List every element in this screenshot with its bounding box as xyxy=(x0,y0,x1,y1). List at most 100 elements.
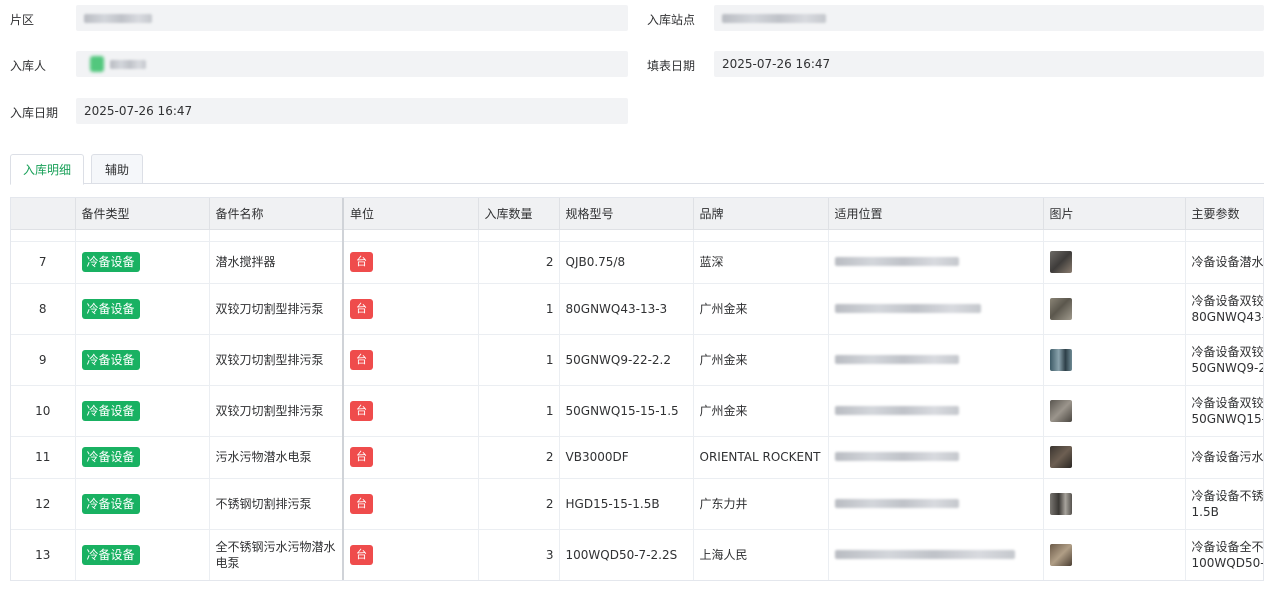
params-cell: 冷备设备双铰刀 50GNWQ9-22 xyxy=(1185,334,1263,386)
qty-cell: 2 xyxy=(478,241,560,284)
unit-tag: 台 xyxy=(350,544,373,565)
col-header-name[interactable]: 备件名称 xyxy=(209,198,344,230)
image-thumbnail[interactable] xyxy=(1049,492,1072,515)
type-cell: 冷备设备 xyxy=(75,334,210,386)
unit-tag: 台 xyxy=(350,493,373,514)
params-line: 冷备设备双铰刀 xyxy=(1191,395,1264,410)
name-cell: 双铰刀切割型排污泵 xyxy=(209,283,344,335)
table-row[interactable]: 11 冷备设备 污水污物潜水电泵 台 2 VB3000DF ORIENTAL R… xyxy=(11,436,1264,479)
brand-cell: ORIENTAL ROCKENT xyxy=(693,436,829,479)
params-line: 冷备设备污水污 xyxy=(1191,450,1264,464)
col-header-index xyxy=(11,198,76,230)
spec-cell: 50GNWQ9-22-2.2 xyxy=(559,334,694,386)
area-field[interactable] xyxy=(76,5,628,31)
image-thumbnail[interactable] xyxy=(1049,399,1072,422)
row-index: 9 xyxy=(11,334,76,386)
type-cell: 冷备设备 xyxy=(75,478,210,530)
table-row-partial xyxy=(11,229,1263,242)
unit-tag: 台 xyxy=(350,400,373,421)
brand-cell: 广东力井 xyxy=(693,478,829,530)
row-index: 13 xyxy=(11,529,76,580)
unit-cell: 台 xyxy=(343,241,479,284)
image-cell[interactable] xyxy=(1043,241,1186,284)
tab-bar: 入库明细 辅助 xyxy=(10,154,1264,185)
inbound-date-field[interactable]: 2025-07-26 16:47 xyxy=(76,98,628,124)
col-header-image[interactable]: 图片 xyxy=(1043,198,1186,230)
row-index: 12 xyxy=(11,478,76,530)
inbound-date-label: 入库日期 xyxy=(10,106,59,120)
params-line: 冷备设备双铰刀 xyxy=(1191,293,1264,308)
table-row[interactable]: 12 冷备设备 不锈钢切割排污泵 台 2 HGD15-15-1.5B 广东力井 … xyxy=(11,478,1263,530)
station-label: 入库站点 xyxy=(647,13,696,27)
table-row[interactable]: 10 冷备设备 双铰刀切割型排污泵 台 1 50GNWQ15-15-1.5 广州… xyxy=(11,385,1264,437)
image-cell[interactable] xyxy=(1043,529,1186,580)
location-redacted xyxy=(834,257,959,266)
unit-cell: 台 xyxy=(343,334,479,386)
image-thumbnail[interactable] xyxy=(1049,297,1072,320)
type-cell: 冷备设备 xyxy=(75,385,210,437)
unit-tag: 台 xyxy=(350,447,373,467)
brand-cell: 广州金来 xyxy=(693,283,829,335)
image-cell[interactable] xyxy=(1043,478,1186,530)
type-tag: 冷备设备 xyxy=(81,544,140,565)
col-header-qty[interactable]: 入库数量 xyxy=(478,198,560,230)
unit-cell: 台 xyxy=(343,385,479,437)
table-row[interactable]: 9 冷备设备 双铰刀切割型排污泵 台 1 50GNWQ9-22-2.2 广州金来… xyxy=(11,334,1263,386)
table-header-row: 备件类型 备件名称 单位 入库数量 规格型号 品牌 适用位置 图片 主要参数 xyxy=(11,198,1263,230)
unit-cell: 台 xyxy=(343,283,479,335)
image-cell[interactable] xyxy=(1043,385,1186,437)
type-tag: 冷备设备 xyxy=(81,349,140,370)
params-line: 1.5B xyxy=(1191,504,1219,519)
image-thumbnail[interactable] xyxy=(1049,543,1072,566)
unit-cell: 台 xyxy=(343,478,479,530)
params-line: 冷备设备潜水搅 xyxy=(1191,255,1264,269)
location-cell xyxy=(828,385,1044,437)
col-header-type[interactable]: 备件类型 xyxy=(75,198,210,230)
col-header-location[interactable]: 适用位置 xyxy=(828,198,1044,230)
location-cell xyxy=(828,478,1044,530)
qty-cell: 1 xyxy=(478,283,560,335)
name-cell: 潜水搅拌器 xyxy=(209,241,344,284)
row-index: 10 xyxy=(11,385,76,437)
params-cell: 冷备设备双铰刀 50GNWQ15-1 xyxy=(1185,385,1264,437)
location-redacted xyxy=(834,303,981,313)
unit-tag: 台 xyxy=(350,349,373,370)
area-label: 片区 xyxy=(10,13,35,27)
col-header-brand[interactable]: 品牌 xyxy=(693,198,829,230)
qty-cell: 1 xyxy=(478,334,560,386)
name-cell: 双铰刀切割型排污泵 xyxy=(209,334,344,386)
tab-auxiliary[interactable]: 辅助 xyxy=(91,154,143,184)
params-line: 冷备设备全不锈 xyxy=(1191,539,1264,554)
type-cell: 冷备设备 xyxy=(75,436,210,479)
inbound-detail-table: 备件类型 备件名称 单位 入库数量 规格型号 品牌 适用位置 图片 主要参数 7… xyxy=(10,197,1264,581)
table-row[interactable]: 8 冷备设备 双铰刀切割型排污泵 台 1 80GNWQ43-13-3 广州金来 … xyxy=(11,283,1264,335)
col-header-params[interactable]: 主要参数 xyxy=(1185,198,1263,230)
table-row[interactable]: 13 冷备设备 全不锈钢污水污物潜水电泵 台 3 100WQD50-7-2.2S… xyxy=(11,529,1264,580)
image-cell[interactable] xyxy=(1043,283,1186,335)
type-tag: 冷备设备 xyxy=(81,252,140,272)
avatar xyxy=(90,56,104,72)
row-index: 8 xyxy=(11,283,76,335)
spec-cell: VB3000DF xyxy=(559,436,694,479)
image-cell[interactable] xyxy=(1043,436,1186,479)
qty-cell: 3 xyxy=(478,529,560,580)
image-thumbnail[interactable] xyxy=(1049,446,1072,468)
params-cell: 冷备设备全不锈 100WQD50-7 xyxy=(1185,529,1264,580)
qty-cell: 1 xyxy=(478,385,560,437)
spec-cell: 100WQD50-7-2.2S xyxy=(559,529,694,580)
location-redacted xyxy=(834,405,959,415)
image-thumbnail[interactable] xyxy=(1049,348,1072,371)
col-header-spec[interactable]: 规格型号 xyxy=(559,198,694,230)
brand-cell: 蓝深 xyxy=(693,241,829,284)
station-field[interactable] xyxy=(714,5,1264,31)
location-cell xyxy=(828,436,1044,479)
spec-cell: HGD15-15-1.5B xyxy=(559,478,694,530)
person-field[interactable] xyxy=(76,51,628,77)
table-row[interactable]: 7 冷备设备 潜水搅拌器 台 2 QJB0.75/8 蓝深 冷备设备潜水搅 xyxy=(11,241,1264,284)
brand-cell: 广州金来 xyxy=(693,385,829,437)
image-thumbnail[interactable] xyxy=(1049,251,1072,273)
col-header-unit[interactable]: 单位 xyxy=(343,198,479,230)
image-cell[interactable] xyxy=(1043,334,1186,386)
fill-date-field[interactable]: 2025-07-26 16:47 xyxy=(714,51,1264,77)
tab-inbound-detail[interactable]: 入库明细 xyxy=(10,154,84,185)
